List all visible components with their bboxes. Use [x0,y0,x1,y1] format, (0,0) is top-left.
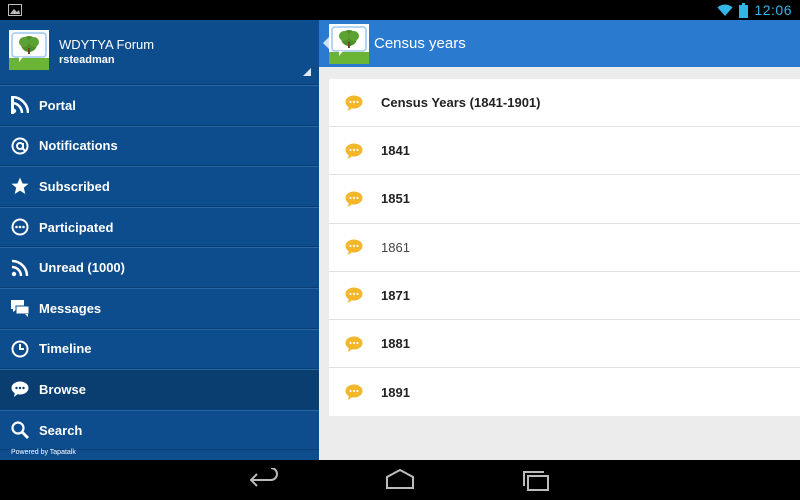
sidebar-item-label: Notifications [39,138,118,154]
messages-icon [10,298,30,318]
sidebar-item-label: Timeline [39,341,92,357]
sidebar-item-search[interactable]: Search [0,409,319,451]
subforum-list: Census Years (1841-1901) 1841 1851 1861 1871… [329,79,800,417]
sidebar-item-unread[interactable]: Unread (1000) [0,247,319,288]
subforum-row[interactable]: 1841 [329,127,800,176]
subforum-row[interactable]: 1891 [329,368,800,416]
powered-by-text: Powered by Tapatalk [11,449,76,456]
clock-time: 12:06 [754,2,792,18]
subforum-title: Census Years (1841-1901) [381,95,541,111]
chat-bubble-icon [345,143,363,159]
chat-bubble-icon [10,379,30,399]
sidebar-item-label: Unread (1000) [39,260,125,276]
back-icon[interactable] [249,468,281,492]
sidebar-item-label: Subscribed [39,178,110,194]
participated-icon [10,217,30,237]
chat-bubble-icon [345,239,363,256]
forum-name: WDYTYA Forum [59,37,155,52]
account-dropdown-indicator[interactable] [303,68,311,76]
system-nav-bar [0,460,800,500]
sidebar-item-label: Messages [39,300,102,316]
subforum-title: 1871 [381,287,410,303]
sidebar-item-messages[interactable]: Messages [0,287,319,329]
sidebar-item-label: Participated [39,219,114,235]
username: rsteadman [59,54,115,66]
clock-icon [10,339,30,359]
subforum-row[interactable]: 1881 [329,320,800,369]
chat-bubble-icon [345,287,363,304]
rss-icon [10,258,30,278]
subforum-title: 1881 [381,336,410,352]
sidebar-item-participated[interactable]: Participated [0,206,319,248]
sidebar-item-label: Search [39,422,83,438]
main-panel: Census years Census Years (1841-1901) 184… [319,20,800,460]
account-header[interactable]: WDYTYA Forum rsteadman [0,20,319,85]
wifi-icon [717,4,733,16]
at-icon [10,136,30,156]
subforum-row[interactable]: Census Years (1841-1901) [329,79,800,128]
subforum-title: 1841 [381,143,410,159]
nav-list: Portal Notifications Subscribed Particip… [0,85,319,451]
action-bar: Census years [319,20,800,67]
search-icon [10,420,30,440]
sidebar-item-notifications[interactable]: Notifications [0,125,319,167]
sidebar-item-label: Portal [39,97,76,113]
subforum-row[interactable]: 1861 [329,224,800,272]
chat-bubble-icon [345,336,363,352]
status-bar: 12:06 [0,0,800,20]
chat-bubble-icon [345,384,363,401]
subforum-title: 1861 [381,239,410,255]
subforum-title: 1851 [381,191,410,207]
sidebar-item-label: Browse [39,381,86,397]
image-notification-icon [8,4,22,16]
sidebar-item-portal[interactable]: Portal [0,85,319,126]
sidebar-item-timeline[interactable]: Timeline [0,328,319,370]
subforum-row[interactable]: 1871 [329,272,800,320]
star-icon [10,176,30,196]
forum-logo [9,30,49,70]
page-title: Census years [374,35,466,52]
battery-icon [739,2,749,18]
recents-icon[interactable] [520,468,552,492]
navigation-drawer: WDYTYA Forum rsteadman Portal Notificati… [0,20,319,460]
home-icon[interactable] [384,468,416,492]
sidebar-item-subscribed[interactable]: Subscribed [0,166,319,207]
subforum-title: 1891 [381,384,410,400]
chat-bubble-icon [345,95,363,111]
sidebar-item-browse[interactable]: Browse [0,369,319,410]
forum-logo[interactable] [329,24,369,64]
chat-bubble-icon [345,191,363,207]
portal-icon [10,95,30,115]
subforum-row[interactable]: 1851 [329,175,800,224]
